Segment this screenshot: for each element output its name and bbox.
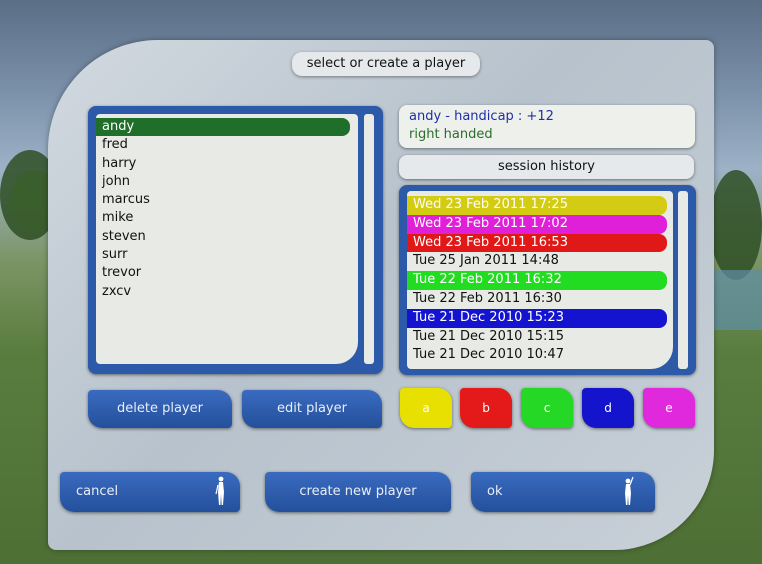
player-handedness-text: right handed (409, 127, 493, 142)
create-new-player-button[interactable]: create new player (265, 472, 451, 512)
ok-button[interactable]: ok (471, 472, 655, 512)
player-item[interactable]: harry (96, 155, 358, 173)
session-list[interactable]: Wed 23 Feb 2011 17:25 Wed 23 Feb 2011 17:… (407, 191, 673, 369)
player-item[interactable]: marcus (96, 191, 358, 209)
session-item[interactable]: Wed 23 Feb 2011 17:02 (407, 214, 667, 234)
player-handicap-text: andy - handicap : +12 (409, 109, 554, 124)
player-list-frame: andy fred harry john marcus mike steven surr tre… (88, 106, 383, 374)
player-info-box: andy - handicap : +12 right handed (399, 105, 695, 148)
edit-player-button[interactable]: edit player (242, 390, 382, 428)
player-list-scrollbar[interactable] (364, 114, 374, 364)
ok-label: ok (487, 484, 503, 499)
color-tag-a-button[interactable]: a (400, 388, 452, 428)
session-history-button[interactable]: session history (399, 155, 694, 179)
dialog-title: select or create a player (292, 52, 480, 76)
color-tag-b-button[interactable]: b (460, 388, 512, 428)
session-item[interactable]: Tue 21 Dec 2010 15:15 (407, 328, 667, 347)
color-tag-c-button[interactable]: c (521, 388, 573, 428)
session-item[interactable]: Wed 23 Feb 2011 17:25 (407, 196, 667, 215)
player-item[interactable]: fred (96, 136, 358, 154)
session-list-scrollbar[interactable] (678, 191, 688, 369)
cancel-label: cancel (76, 484, 119, 499)
golfer-icon (215, 476, 224, 505)
color-tag-d-button[interactable]: d (582, 388, 634, 428)
cancel-button[interactable]: cancel (60, 472, 240, 512)
session-item[interactable]: Tue 22 Feb 2011 16:32 (407, 271, 667, 290)
session-item[interactable]: Tue 21 Dec 2010 15:23 (407, 308, 667, 328)
session-item[interactable]: Wed 23 Feb 2011 16:53 (407, 233, 667, 253)
player-item[interactable]: trevor (96, 264, 358, 282)
player-list[interactable]: andy fred harry john marcus mike steven surr tre… (96, 114, 358, 364)
session-list-frame: Wed 23 Feb 2011 17:25 Wed 23 Feb 2011 17:… (399, 185, 696, 375)
player-item[interactable]: john (96, 173, 358, 191)
player-item[interactable]: surr (96, 246, 358, 264)
player-item[interactable]: mike (96, 209, 358, 227)
session-item[interactable]: Tue 21 Dec 2010 10:47 (407, 346, 667, 365)
session-item[interactable]: Tue 22 Feb 2011 16:30 (407, 290, 667, 309)
session-item[interactable]: Tue 25 Jan 2011 14:48 (407, 252, 667, 271)
player-item[interactable]: andy (96, 118, 350, 137)
player-item[interactable]: zxcv (96, 283, 358, 301)
golfer-swing-icon (625, 476, 634, 505)
player-item[interactable]: steven (96, 228, 358, 246)
tree-right (710, 170, 762, 280)
delete-player-button[interactable]: delete player (88, 390, 232, 428)
color-tag-e-button[interactable]: e (643, 388, 695, 428)
